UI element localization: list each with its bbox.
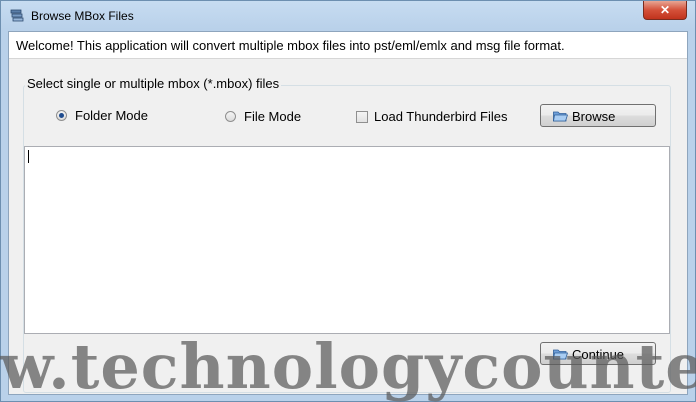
- watermark-text: w.technologycounter.c: [0, 332, 696, 402]
- file-mode-label[interactable]: File Mode: [244, 109, 301, 124]
- thunderbird-checkbox[interactable]: [356, 111, 368, 123]
- welcome-text: Welcome! This application will convert m…: [16, 38, 565, 53]
- browse-button[interactable]: Browse: [540, 104, 656, 127]
- folder-mode-radio[interactable]: [56, 110, 67, 121]
- app-icon: [10, 9, 24, 22]
- title-bar[interactable]: Browse MBox Files ✕: [1, 1, 695, 31]
- text-caret: [28, 150, 29, 163]
- thunderbird-label[interactable]: Load Thunderbird Files: [374, 109, 507, 124]
- close-button[interactable]: ✕: [643, 1, 687, 20]
- close-icon: ✕: [659, 3, 671, 17]
- browse-button-label: Browse: [572, 109, 616, 124]
- folder-icon: [553, 111, 568, 122]
- mbox-file-list[interactable]: [24, 146, 670, 334]
- folder-mode-label[interactable]: Folder Mode: [75, 108, 148, 123]
- welcome-banner: Welcome! This application will convert m…: [9, 32, 687, 59]
- group-legend: Select single or multiple mbox (*.mbox) …: [25, 76, 282, 91]
- window-title: Browse MBox Files: [31, 9, 134, 23]
- file-mode-radio[interactable]: [225, 111, 236, 122]
